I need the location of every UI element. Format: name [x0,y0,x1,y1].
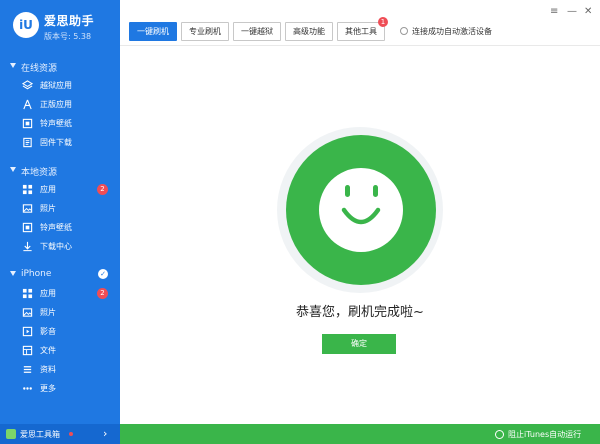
list-icon [23,366,32,373]
sidebar-item-local-apps[interactable]: 应用 2 [0,180,120,199]
section-local: 本地资源 应用 2 照片 铃声壁纸 下载中心 [0,162,120,256]
tab-other-tools[interactable]: 其他工具 1 [337,17,388,41]
photo-icon [22,204,33,213]
sidebar-item-firmware[interactable]: 固件下载 [0,133,120,152]
collapse-triangle-icon [10,167,16,172]
block-itunes-radio[interactable] [495,430,504,439]
app-store-icon [23,99,32,110]
ringtone-icon [22,118,33,129]
sidebar-item-ringtones[interactable]: 铃声壁纸 [0,114,120,133]
auto-activate-radio[interactable] [400,27,408,35]
confirm-button[interactable]: 确定 [322,334,396,354]
app-name: 爱思助手 [44,14,95,28]
sidebar-item-local-photos[interactable]: 照片 [0,199,120,218]
grid-icon [22,288,33,299]
tab-advanced[interactable]: 高级功能 [285,22,333,41]
sidebar: iU 爱思助手 版本号: 5.38 在线资源 越狱应用 正版应用 铃声壁纸 固件… [0,0,120,444]
tab-pro-flash[interactable]: 专业刷机 [181,22,229,41]
collapse-triangle-icon [10,271,16,276]
notification-dot [69,432,73,436]
toolbox-button[interactable]: 爱思工具箱 › [0,424,120,444]
section-local-header[interactable]: 本地资源 [0,162,120,180]
sidebar-item-device-info[interactable]: 资料 [0,360,120,379]
toolbox-icon [6,429,16,439]
section-iphone: iPhone ✓ 应用 2 照片 影音 文件 资料 更多 [0,266,120,398]
count-badge: 2 [97,288,108,299]
app-version: 版本号: 5.38 [44,32,92,41]
block-itunes-label[interactable]: 阻止iTunes自动运行 [508,429,581,440]
auto-activate-label[interactable]: 连接成功自动激活设备 [412,26,492,37]
photo-icon [22,308,33,317]
layers-icon [22,80,33,90]
count-badge: 2 [97,184,108,195]
firmware-icon [23,137,32,148]
more-icon [23,387,32,390]
file-icon [22,345,33,356]
smiley-right-eye [373,185,378,197]
music-icon [22,326,33,337]
grid-icon [22,184,33,195]
smiley-left-eye [345,185,350,197]
success-message: 恭喜您，刷机完成啦~ [296,305,424,320]
download-icon [23,241,32,252]
top-toolbar: 一键刷机 专业刷机 一键越狱 高级功能 其他工具 1 连接成功自动激活设备 ≡ … [120,0,600,46]
sidebar-item-device-media[interactable]: 影音 [0,322,120,341]
section-online: 在线资源 越狱应用 正版应用 铃声壁纸 固件下载 [0,58,120,152]
status-footer: 阻止iTunes自动运行 [120,424,600,444]
sidebar-item-device-apps[interactable]: 应用 2 [0,284,120,303]
sidebar-item-download-center[interactable]: 下载中心 [0,237,120,256]
sidebar-item-official-apps[interactable]: 正版应用 [0,95,120,114]
section-iphone-header[interactable]: iPhone ✓ [0,266,120,284]
minimize-icon[interactable]: — [567,6,577,17]
tab-jailbreak[interactable]: 一键越狱 [233,22,281,41]
main-panel: 一键刷机 专业刷机 一键越狱 高级功能 其他工具 1 连接成功自动激活设备 ≡ … [120,0,600,444]
menu-icon[interactable]: ≡ [550,6,558,17]
sidebar-item-device-more[interactable]: 更多 [0,379,120,398]
brand-header: iU 爱思助手 版本号: 5.38 [0,0,120,50]
smiley-mouth [341,207,381,225]
sidebar-item-device-files[interactable]: 文件 [0,341,120,360]
tab-badge: 1 [378,17,388,27]
chevron-right-icon: › [103,427,108,440]
sidebar-item-device-photos[interactable]: 照片 [0,303,120,322]
app-logo: iU [13,12,39,38]
sidebar-item-jailbreak-apps[interactable]: 越狱应用 [0,76,120,95]
sidebar-item-local-ringtones[interactable]: 铃声壁纸 [0,218,120,237]
ringtone-icon [22,222,33,233]
close-icon[interactable]: ✕ [584,6,592,17]
section-online-header[interactable]: 在线资源 [0,58,120,76]
collapse-triangle-icon [10,63,16,68]
connected-check-icon: ✓ [98,269,108,279]
tab-one-click-flash[interactable]: 一键刷机 [129,22,177,41]
